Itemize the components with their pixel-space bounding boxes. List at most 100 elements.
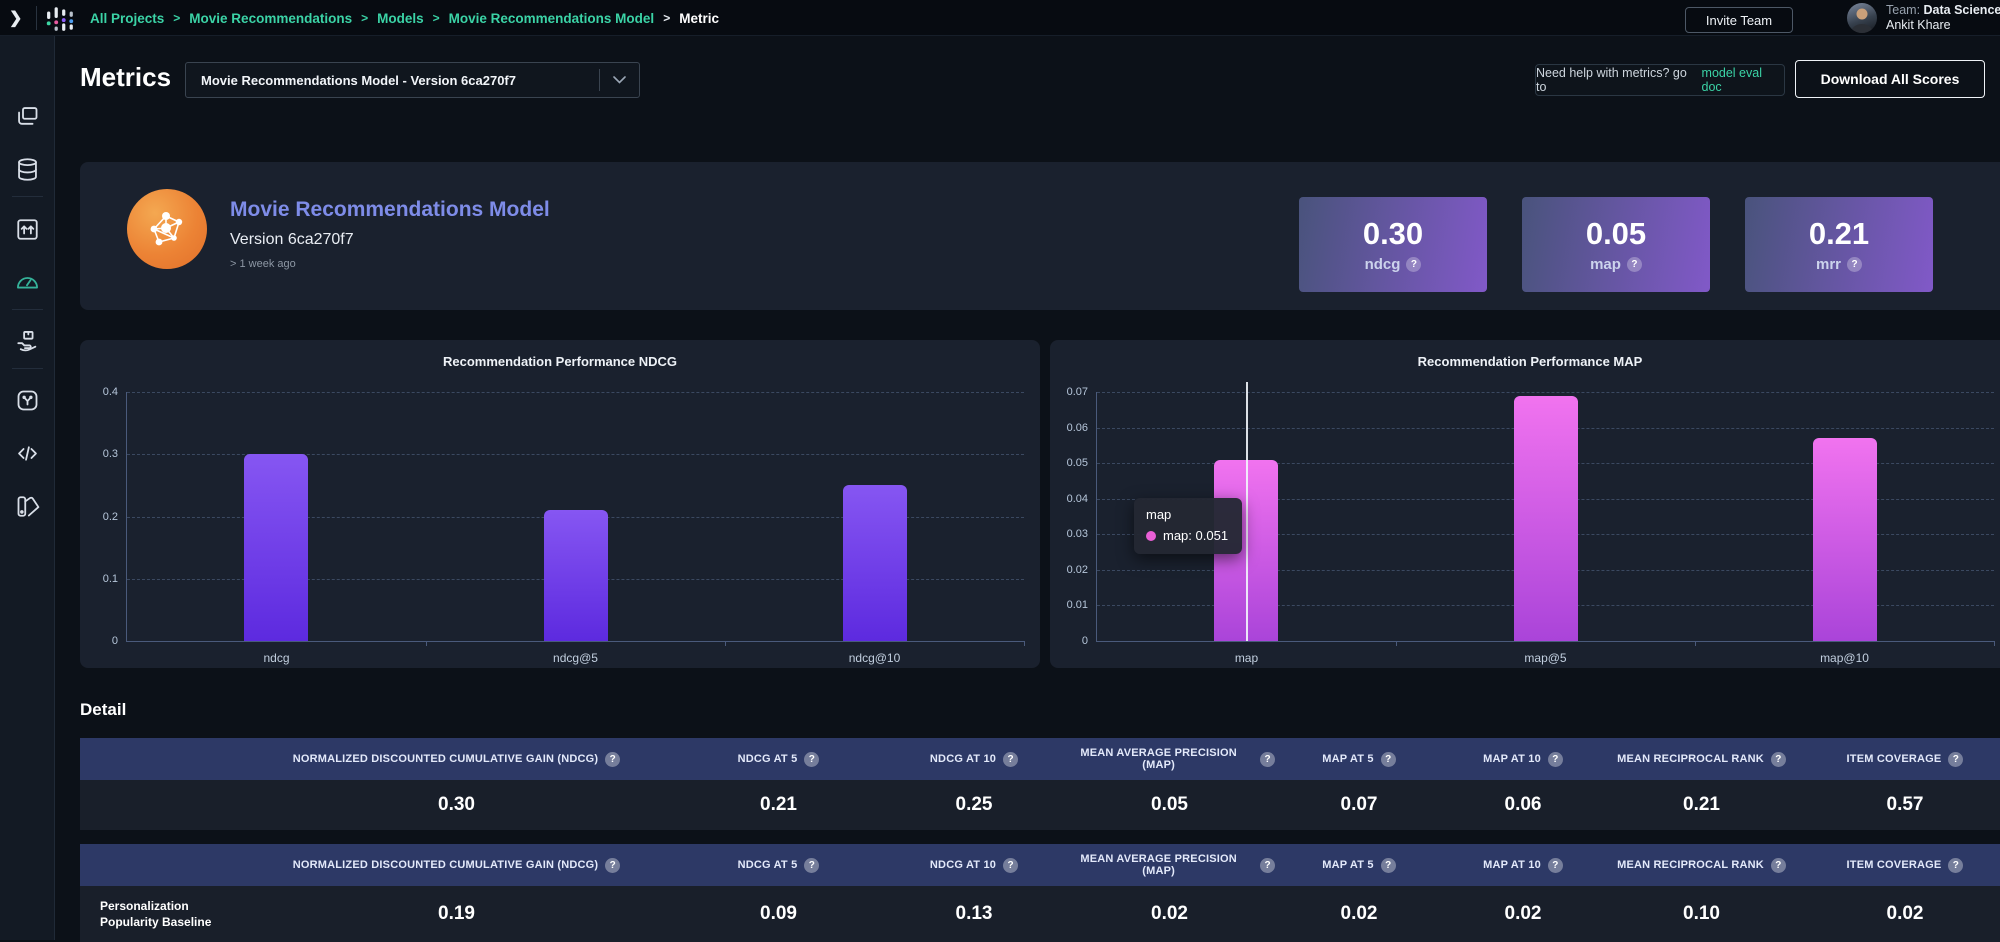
breadcrumb-separator: >: [361, 11, 368, 25]
column-header-label: NORMALIZED DISCOUNTED CUMULATIVE GAIN (N…: [293, 753, 599, 765]
help-icon[interactable]: ?: [1003, 752, 1018, 767]
breadcrumb-model[interactable]: Movie Recommendations Model: [449, 11, 655, 26]
metric-label: mrr: [1816, 256, 1841, 273]
download-all-scores-button[interactable]: Download All Scores: [1795, 60, 1985, 98]
bar-ndcg[interactable]: [244, 454, 308, 641]
x-axis-tick-label: map: [1235, 651, 1258, 665]
x-axis-tick-label: map@10: [1820, 651, 1869, 665]
gridline: [1097, 392, 1994, 393]
breadcrumb-project[interactable]: Movie Recommendations: [189, 11, 352, 26]
column-header-label: ITEM COVERAGE: [1847, 753, 1942, 765]
help-icon[interactable]: ?: [1406, 257, 1421, 272]
help-icon[interactable]: ?: [804, 752, 819, 767]
metrics-help-note: Need help with metrics? go to model eval…: [1535, 64, 1785, 96]
column-header-label: NDCG AT 10: [930, 859, 996, 871]
metric-value: 0.02: [1275, 886, 1443, 942]
column-header: MEAN RECIPROCAL RANK?: [1603, 738, 1800, 780]
user-name: Ankit Khare: [1886, 18, 2000, 33]
summary-metric-map: 0.05 map?: [1522, 197, 1710, 292]
model-monitoring-icon[interactable]: [14, 269, 41, 296]
column-header-spacer: [80, 844, 240, 886]
row-label: [80, 780, 240, 830]
model-eval-doc-link[interactable]: model eval doc: [1702, 66, 1784, 94]
metric-value: 0.19: [240, 886, 673, 942]
user-info: Team: Data Science Ankit Khare: [1886, 3, 2000, 33]
column-header: ITEM COVERAGE?: [1800, 738, 2000, 780]
help-icon[interactable]: ?: [1771, 858, 1786, 873]
x-axis-tick-mark: [426, 641, 427, 646]
y-axis-tick-label: 0.3: [103, 448, 118, 460]
help-icon[interactable]: ?: [1260, 858, 1275, 873]
projects-icon[interactable]: [14, 103, 41, 130]
help-icon[interactable]: ?: [1771, 752, 1786, 767]
breadcrumb-current-metric: Metric: [679, 11, 719, 26]
help-icon[interactable]: ?: [1381, 858, 1396, 873]
artifacts-icon[interactable]: [14, 387, 41, 414]
y-axis-tick-label: 0.1: [103, 573, 118, 585]
model-version-dropdown[interactable]: Movie Recommendations Model - Version 6c…: [185, 62, 640, 98]
column-header: NORMALIZED DISCOUNTED CUMULATIVE GAIN (N…: [240, 844, 673, 886]
user-avatar[interactable]: [1847, 3, 1877, 33]
comet-logo-icon[interactable]: [46, 4, 75, 38]
metric-value: 0.57: [1800, 780, 2000, 830]
x-axis-tick-mark: [1396, 641, 1397, 646]
bar-map@5[interactable]: [1514, 396, 1578, 641]
help-icon[interactable]: ?: [605, 858, 620, 873]
breadcrumb-all-projects[interactable]: All Projects: [90, 11, 164, 26]
chart-title: Recommendation Performance NDCG: [80, 354, 1040, 369]
help-icon[interactable]: ?: [804, 858, 819, 873]
model-registry-icon[interactable]: [14, 216, 41, 243]
breadcrumb-models[interactable]: Models: [377, 11, 424, 26]
divider: [36, 6, 37, 30]
y-axis-tick-label: 0.2: [103, 511, 118, 523]
breadcrumb-separator: >: [663, 11, 670, 25]
bar-ndcg@5[interactable]: [544, 510, 608, 641]
datasets-icon[interactable]: [14, 156, 41, 183]
model-updated-age: > 1 week ago: [230, 258, 296, 270]
metric-value: 0.13: [884, 886, 1064, 942]
metric-value: 0.21: [673, 780, 884, 830]
metric-value: 0.02: [1064, 886, 1275, 942]
team-name: Data Science: [1924, 3, 2000, 17]
invite-team-button[interactable]: Invite Team: [1685, 7, 1793, 33]
model-version: Version 6ca270f7: [230, 231, 354, 249]
detail-heading: Detail: [80, 700, 126, 720]
bar-map@10[interactable]: [1813, 438, 1877, 641]
model-name[interactable]: Movie Recommendations Model: [230, 198, 550, 222]
help-icon[interactable]: ?: [1260, 752, 1275, 767]
metric-value: 0.25: [884, 780, 1064, 830]
series-swatch: [1146, 531, 1156, 541]
y-axis-tick-label: 0.03: [1067, 528, 1088, 540]
bar-ndcg@10[interactable]: [843, 485, 907, 641]
column-header: NDCG AT 5?: [673, 844, 884, 886]
sidebar-expand-icon[interactable]: ❯: [9, 8, 22, 28]
column-header: ITEM COVERAGE?: [1800, 844, 2000, 886]
dropdown-selected-value: Movie Recommendations Model - Version 6c…: [186, 73, 599, 88]
y-axis-tick-label: 0.4: [103, 386, 118, 398]
help-icon[interactable]: ?: [1003, 858, 1018, 873]
x-axis-tick-mark: [1024, 641, 1025, 646]
chart-tooltip: map map: 0.051: [1134, 498, 1242, 554]
help-icon[interactable]: ?: [1548, 858, 1563, 873]
team-label: Team:: [1886, 3, 1920, 17]
help-icon[interactable]: ?: [1948, 752, 1963, 767]
help-icon[interactable]: ?: [1381, 752, 1396, 767]
top-navigation-bar: ❯ All Projects > Movie Recommendations >…: [0, 0, 2000, 36]
summary-metric-mrr: 0.21 mrr?: [1745, 197, 1933, 292]
reports-icon[interactable]: [14, 493, 41, 520]
page-title: Metrics: [80, 62, 171, 93]
tooltip-title: map: [1146, 507, 1228, 522]
help-icon[interactable]: ?: [1847, 257, 1862, 272]
help-icon[interactable]: ?: [1948, 858, 1963, 873]
detail-table-baseline: NORMALIZED DISCOUNTED CUMULATIVE GAIN (N…: [80, 844, 2000, 942]
help-icon[interactable]: ?: [605, 752, 620, 767]
column-header-label: MEAN RECIPROCAL RANK: [1617, 753, 1764, 765]
gridline: [127, 392, 1024, 393]
help-icon[interactable]: ?: [1627, 257, 1642, 272]
code-panels-icon[interactable]: [14, 440, 41, 467]
column-header-spacer: [80, 738, 240, 780]
y-axis-tick-label: 0.01: [1067, 599, 1088, 611]
help-icon[interactable]: ?: [1548, 752, 1563, 767]
chart-title: Recommendation Performance MAP: [1050, 354, 2000, 369]
model-serving-icon[interactable]: [14, 328, 41, 355]
